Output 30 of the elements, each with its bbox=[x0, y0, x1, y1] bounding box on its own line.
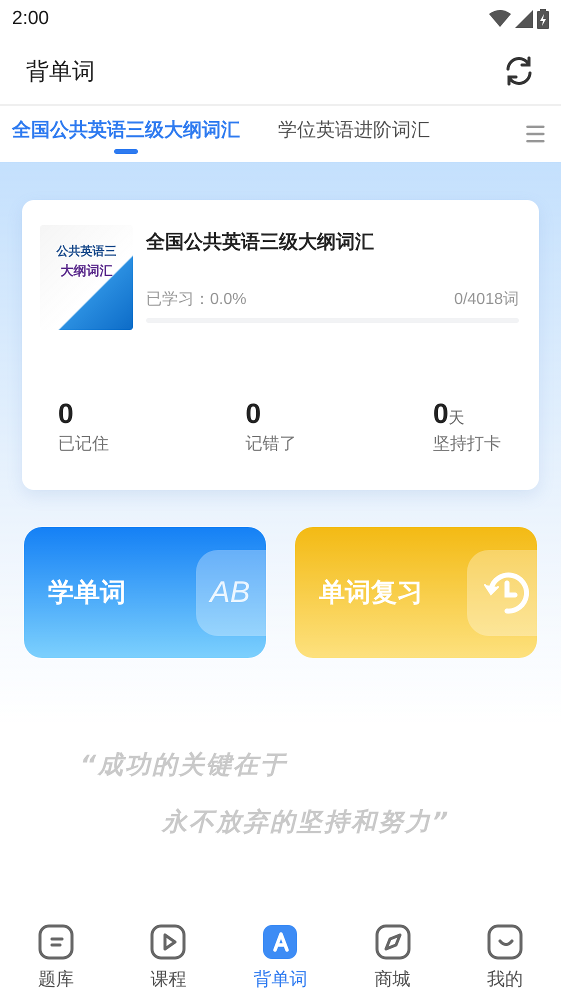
abc-label: AB bbox=[210, 576, 250, 610]
tab[interactable]: 学位英语进阶词汇 bbox=[278, 114, 430, 154]
nav-tab[interactable]: 商城 bbox=[352, 917, 433, 999]
wifi-icon bbox=[489, 10, 511, 28]
signal-icon bbox=[515, 10, 533, 28]
list-icon bbox=[37, 923, 76, 961]
word-count: 0/4018词 bbox=[454, 290, 519, 310]
stat-label: 已记住 bbox=[58, 433, 110, 455]
book-title: 全国公共英语三级大纲词汇 bbox=[146, 230, 375, 255]
play-icon bbox=[149, 923, 188, 961]
stat-label: 坚持打卡 bbox=[433, 433, 501, 455]
stat-value: 0 bbox=[246, 398, 262, 429]
nav-tab[interactable]: 背单词 bbox=[240, 917, 320, 999]
smile-icon bbox=[486, 923, 524, 961]
nav-tab[interactable]: 课程 bbox=[128, 917, 208, 999]
stat-label: 记错了 bbox=[246, 433, 298, 455]
nav-tab[interactable]: 我的 bbox=[464, 917, 545, 999]
stat-value: 0 bbox=[433, 398, 449, 429]
progress-label: 已学习：0.0% bbox=[146, 290, 246, 310]
cover-text: 大纲词汇 bbox=[60, 263, 112, 280]
letter-a-icon bbox=[261, 923, 300, 961]
status-time: 2:00 bbox=[12, 8, 49, 30]
battery-icon bbox=[537, 9, 549, 29]
cover-text: 公共英语三 bbox=[56, 243, 116, 260]
compass-icon bbox=[374, 923, 412, 961]
stat-value: 0 bbox=[58, 398, 74, 429]
stat-unit: 天 bbox=[448, 408, 465, 427]
nav-tab[interactable]: 题库 bbox=[16, 917, 96, 999]
page-title: 背单词 bbox=[26, 58, 95, 86]
tab[interactable]: 全国公共英语三级大纲词汇 bbox=[12, 114, 240, 154]
